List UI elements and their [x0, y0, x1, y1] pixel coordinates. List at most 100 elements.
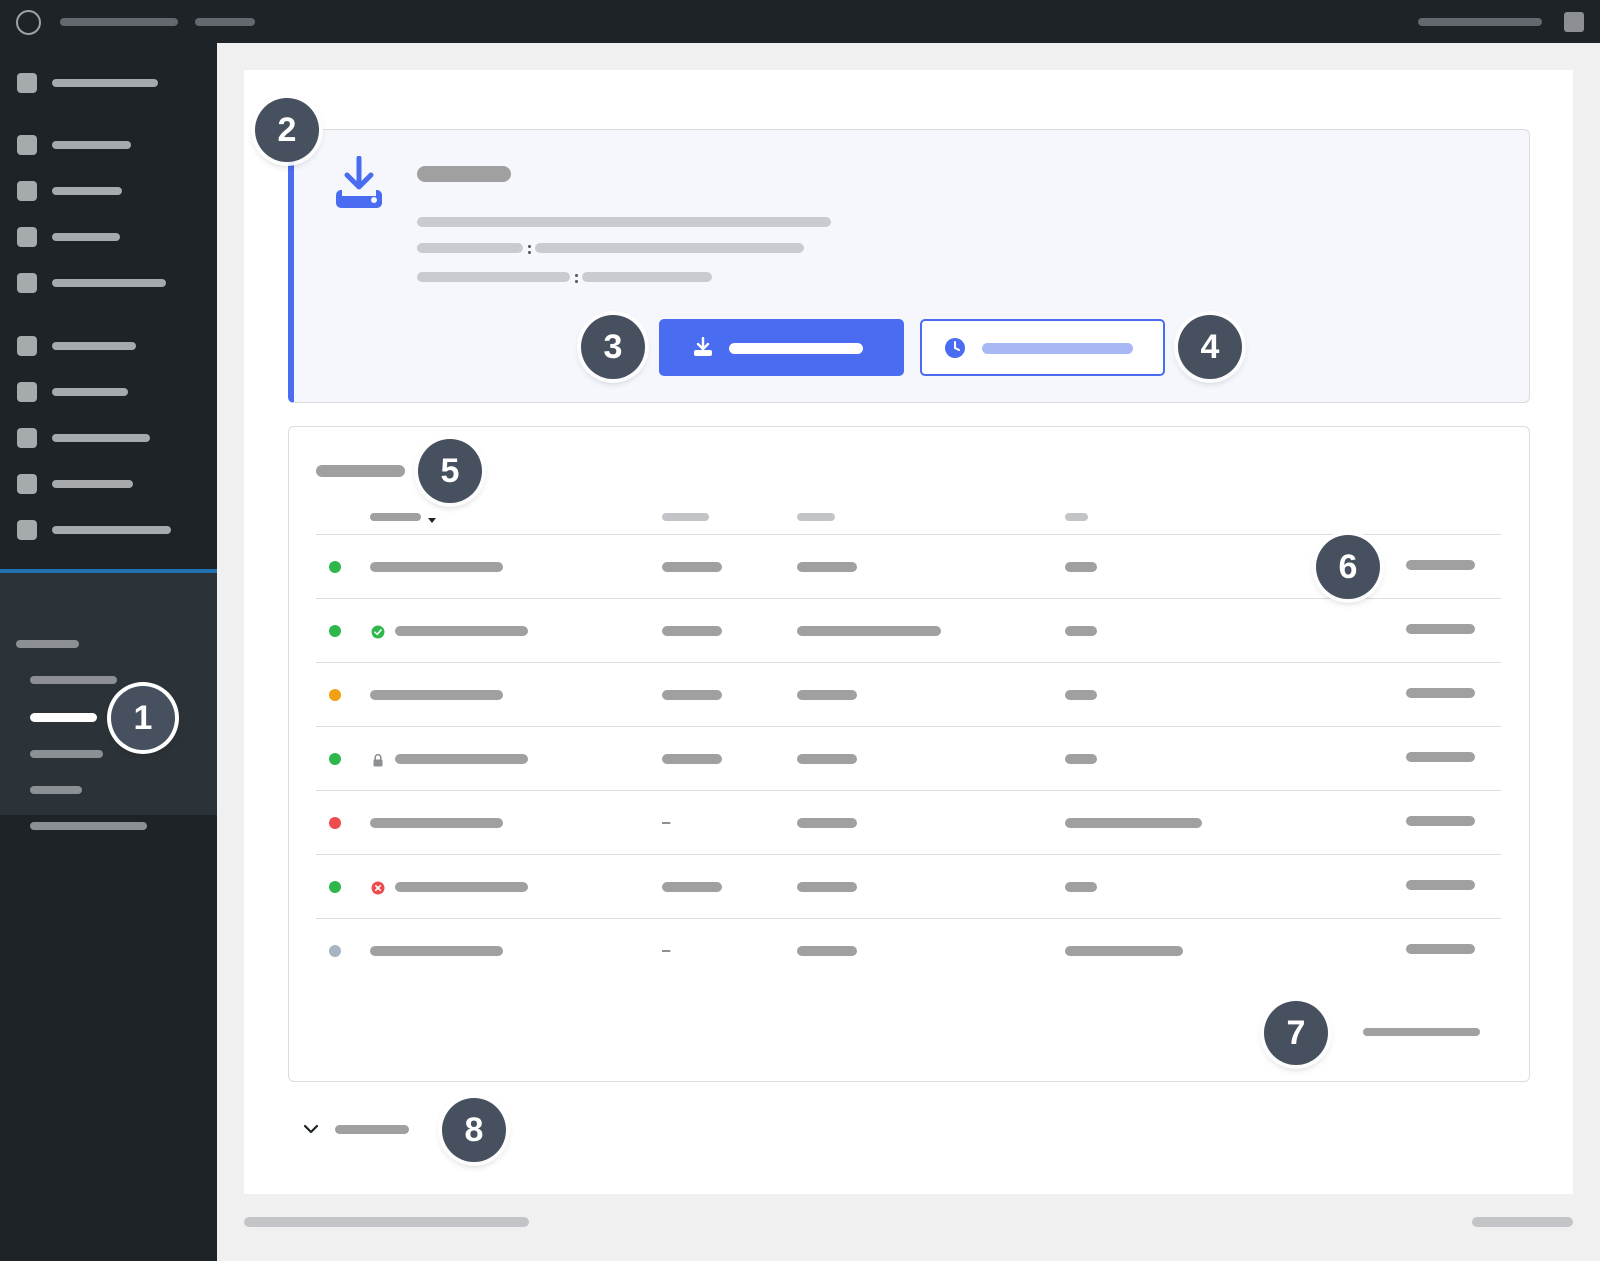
sidebar-item[interactable]: [0, 176, 217, 206]
button-label: [982, 343, 1133, 354]
callout-badge: 6: [1316, 535, 1380, 599]
backup-type: [1065, 754, 1097, 764]
schedule-backup-button[interactable]: [920, 319, 1165, 376]
sidebar-item[interactable]: [0, 423, 217, 453]
backup-date: [797, 882, 857, 892]
submenu-item[interactable]: [30, 786, 82, 794]
admin-bar: [0, 0, 1600, 43]
backup-type: [1065, 562, 1097, 572]
backup-name[interactable]: [370, 690, 503, 700]
backup-name[interactable]: [395, 626, 528, 636]
sidebar-item-label: [52, 434, 150, 442]
footer-text: [244, 1217, 529, 1227]
backup-type: [1065, 818, 1202, 828]
avatar[interactable]: [1564, 12, 1584, 32]
table-row[interactable]: [316, 854, 1501, 918]
account-greeting[interactable]: [1418, 18, 1542, 26]
backup-date: [797, 946, 857, 956]
lock-icon: [373, 753, 383, 767]
sidebar-item[interactable]: [0, 469, 217, 499]
callout-badge: 4: [1178, 315, 1242, 379]
sidebar-submenu: [0, 573, 217, 815]
row-action-link[interactable]: [1406, 688, 1475, 698]
sort-caret-icon[interactable]: [428, 518, 436, 523]
table-row[interactable]: [316, 598, 1501, 662]
wordpress-logo-icon[interactable]: [16, 10, 41, 35]
submenu-item[interactable]: [30, 822, 147, 830]
download-icon: [694, 337, 712, 356]
dashboard-icon: [17, 73, 37, 93]
status-dot: [329, 881, 341, 893]
table-row[interactable]: [316, 662, 1501, 726]
notice-title: [417, 166, 511, 182]
pagination-link[interactable]: [1363, 1028, 1480, 1036]
backup-type: [1065, 882, 1097, 892]
sidebar-item[interactable]: [0, 222, 217, 252]
callout-badge: 5: [418, 439, 482, 503]
status-dot: [329, 817, 341, 829]
row-action-link[interactable]: [1406, 752, 1475, 762]
backup-date: [797, 626, 941, 636]
column-header: [797, 513, 835, 521]
sidebar-item-label: [52, 480, 133, 488]
submenu-item[interactable]: [30, 676, 117, 684]
notice-meta-value: [535, 243, 804, 253]
version-text: [1472, 1217, 1573, 1227]
check-circle-icon: [371, 625, 385, 639]
backup-type: [1065, 690, 1097, 700]
row-action-link[interactable]: [1406, 944, 1475, 954]
submenu-heading: [16, 640, 79, 648]
sidebar-item-label: [52, 388, 128, 396]
empty-value: –: [662, 814, 671, 831]
backup-size: [662, 626, 722, 636]
backup-name[interactable]: [370, 946, 503, 956]
colon-separator: [528, 251, 531, 254]
submenu-item[interactable]: [30, 750, 103, 758]
download-backup-button[interactable]: [659, 319, 904, 376]
backup-name[interactable]: [370, 818, 503, 828]
menu-icon: [17, 135, 37, 155]
row-action-link[interactable]: [1406, 560, 1475, 570]
status-dot: [329, 561, 341, 573]
submenu-item-current[interactable]: [30, 713, 97, 722]
notice-description: [417, 217, 831, 227]
table-row[interactable]: [316, 726, 1501, 790]
menu-icon: [17, 474, 37, 494]
menu-icon: [17, 382, 37, 402]
sidebar-item[interactable]: [0, 331, 217, 361]
menu-icon: [17, 273, 37, 293]
notice-meta-label: [417, 272, 570, 282]
sidebar-item[interactable]: [0, 130, 217, 160]
backup-size: [662, 690, 722, 700]
menu-icon: [17, 181, 37, 201]
sidebar-item-label: [52, 79, 158, 87]
colon-separator: [528, 245, 531, 248]
column-header-sortable[interactable]: [370, 513, 421, 521]
show-more-toggle-label[interactable]: [335, 1125, 409, 1134]
sidebar-item-label: [52, 342, 136, 350]
chevron-down-icon[interactable]: [302, 1120, 320, 1138]
callout-badge: 3: [581, 315, 645, 379]
sidebar-item[interactable]: [0, 377, 217, 407]
backup-name[interactable]: [370, 562, 503, 572]
sidebar-item[interactable]: [0, 268, 217, 298]
column-header: [662, 513, 709, 521]
callout-badge: 8: [442, 1098, 506, 1162]
callout-badge: 1: [111, 686, 175, 750]
table-row[interactable]: –: [316, 918, 1501, 982]
backup-name[interactable]: [395, 882, 528, 892]
backup-name[interactable]: [395, 754, 528, 764]
row-action-link[interactable]: [1406, 816, 1475, 826]
colon-separator: [575, 274, 578, 277]
sidebar-item-label: [52, 279, 166, 287]
callout-badge: 2: [255, 98, 319, 162]
row-action-link[interactable]: [1406, 624, 1475, 634]
row-action-link[interactable]: [1406, 880, 1475, 890]
status-dot: [329, 753, 341, 765]
menu-icon: [17, 428, 37, 448]
admin-bar-item[interactable]: [195, 18, 255, 26]
table-row[interactable]: –: [316, 790, 1501, 854]
sidebar-item[interactable]: [0, 515, 217, 545]
site-name-link[interactable]: [60, 18, 178, 26]
sidebar-item-dashboard[interactable]: [0, 68, 217, 98]
